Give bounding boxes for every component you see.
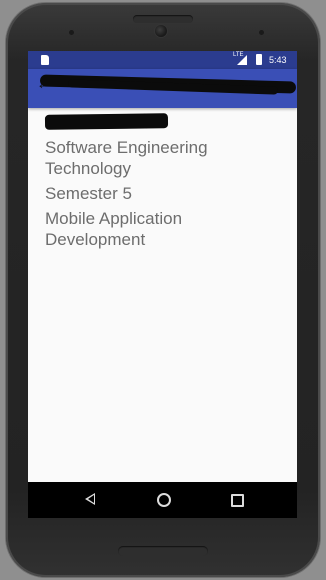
front-camera (155, 25, 167, 37)
nav-recents-icon[interactable] (231, 494, 244, 507)
signal-icon (237, 55, 247, 65)
bottom-speaker (118, 546, 208, 556)
proximity-sensor (69, 30, 74, 35)
status-time: 5:43 (269, 55, 287, 65)
app-bar: ← (28, 69, 297, 108)
light-sensor (259, 30, 264, 35)
semester-text: Semester 5 (45, 184, 132, 203)
course-text: Mobile Application Development (45, 209, 183, 249)
status-bar: LTE 5:43 (28, 51, 297, 69)
nav-back-icon[interactable] (85, 493, 95, 505)
redacted-name (44, 113, 169, 130)
phone-screen: LTE 5:43 ← Software Engineering Technolo… (28, 51, 297, 518)
battery-icon (256, 54, 262, 65)
nav-home-icon[interactable] (157, 493, 171, 507)
sd-card-icon (41, 55, 49, 65)
program-text: Software Engineering Technology (45, 138, 208, 178)
phone-device-frame: LTE 5:43 ← Software Engineering Technolo… (6, 3, 320, 577)
navigation-bar (28, 482, 297, 518)
content-area: Software Engineering Technology Semester… (44, 113, 285, 254)
top-speaker (133, 15, 193, 23)
